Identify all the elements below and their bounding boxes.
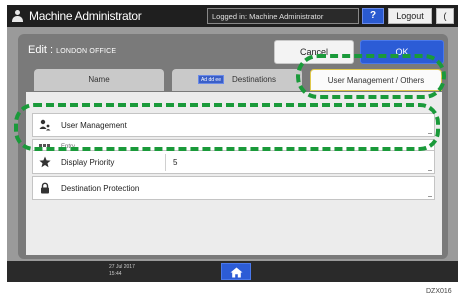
address-book-icon: Ad dd ee [197,75,224,85]
list-item-value: 5 [173,158,178,167]
user-icon [12,10,23,22]
callout-highlight-tab [296,54,446,99]
tab-destinations[interactable]: Ad dd ee Destinations [172,69,302,91]
callout-highlight-row [14,103,440,151]
figure-code: DZX016 [426,288,452,295]
home-button[interactable] [221,263,251,280]
header-bar: Machine Administrator Logged in: Machine… [7,5,458,27]
list-item-label: Destination Protection [61,184,140,193]
header-title: Machine Administrator [29,9,142,23]
row-corner-mark [428,196,432,197]
login-status: Logged in: Machine Administrator [207,8,359,24]
home-icon [230,267,243,278]
list-item-display-priority[interactable]: Display Priority 5 [32,150,435,174]
tab-destinations-label: Destinations [231,75,277,84]
lock-icon [39,182,51,194]
list-item-label: Display Priority [61,158,115,167]
star-icon [39,156,51,168]
edit-prefix: Edit : [28,44,57,56]
clock-display: 27 Jul 2017 15:44 [109,264,135,277]
tab-name[interactable]: Name [34,69,164,91]
row-divider [165,154,166,171]
page-title: Edit : LONDON OFFICE [28,44,116,56]
back-button[interactable]: ( [436,8,454,24]
footer-bar: 27 Jul 2017 15:44 [7,261,458,282]
logout-button[interactable]: Logout [388,8,432,24]
row-corner-mark [428,170,432,171]
list-item-destination-protection[interactable]: Destination Protection [32,176,435,200]
edit-entry-name: LONDON OFFICE [56,48,117,55]
help-button[interactable]: ? [362,8,384,24]
